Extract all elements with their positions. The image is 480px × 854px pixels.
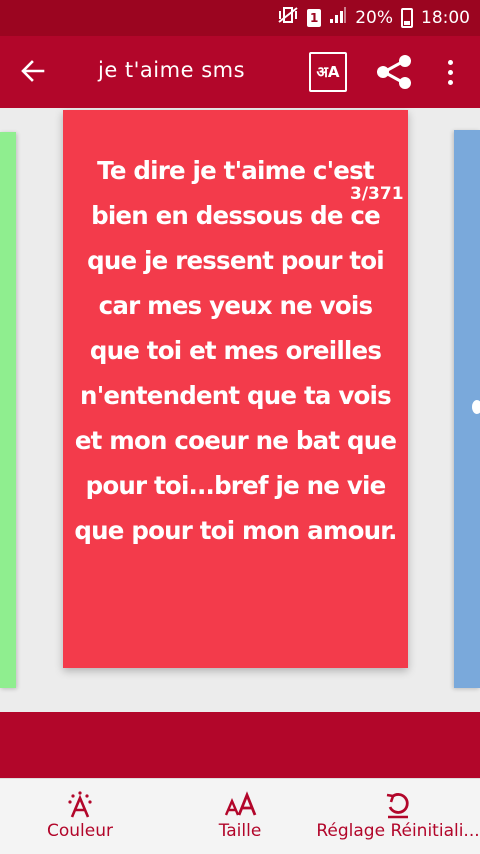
- dot-icon: [447, 59, 453, 65]
- app-toolbar: je t'aime sms अA: [0, 36, 480, 108]
- text-color-icon: [65, 789, 95, 819]
- arrow-left-icon: [21, 60, 45, 82]
- share-icon: [377, 55, 411, 89]
- nav-couleur-label: Couleur: [47, 821, 113, 841]
- card-carousel[interactable]: Te dire je t'aime c'est bien en dessous …: [0, 108, 480, 712]
- share-button[interactable]: [374, 54, 414, 90]
- dot-icon: [447, 79, 453, 85]
- nav-reglage-label: Réglage Réinitiali...: [316, 821, 480, 841]
- overflow-menu-button[interactable]: [440, 54, 460, 90]
- previous-card[interactable]: [0, 132, 16, 688]
- message-counter: 3/371: [350, 184, 404, 204]
- nav-taille[interactable]: Taille: [205, 789, 275, 841]
- carousel-handle[interactable]: [472, 400, 480, 414]
- back-button[interactable]: [18, 56, 48, 86]
- status-icons: 1 20% 18:00: [277, 6, 470, 29]
- translate-button[interactable]: अA: [309, 52, 347, 92]
- battery-percent: 20%: [355, 7, 393, 28]
- signal-icon: [329, 6, 347, 29]
- dot-icon: [447, 69, 453, 75]
- message-card[interactable]: Te dire je t'aime c'est bien en dessous …: [63, 110, 408, 668]
- nav-couleur[interactable]: Couleur: [40, 789, 120, 841]
- vibrate-mute-icon: [277, 6, 299, 29]
- accent-strip: [0, 712, 480, 778]
- nav-taille-label: Taille: [218, 821, 262, 841]
- status-bar: 1 20% 18:00: [0, 0, 480, 36]
- nav-reglage[interactable]: Réglage Réinitiali...: [316, 789, 480, 841]
- message-text: Te dire je t'aime c'est bien en dessous …: [74, 156, 397, 545]
- bottom-nav: Couleur Taille Réglage Réinitiali...: [0, 778, 480, 854]
- clock: 18:00: [421, 7, 470, 28]
- page-title: je t'aime sms: [98, 58, 246, 82]
- battery-icon: [401, 7, 413, 28]
- text-size-icon: [223, 789, 257, 819]
- sim-badge: 1: [307, 8, 322, 27]
- translate-icon: अA: [316, 63, 340, 81]
- reset-icon: [383, 789, 413, 819]
